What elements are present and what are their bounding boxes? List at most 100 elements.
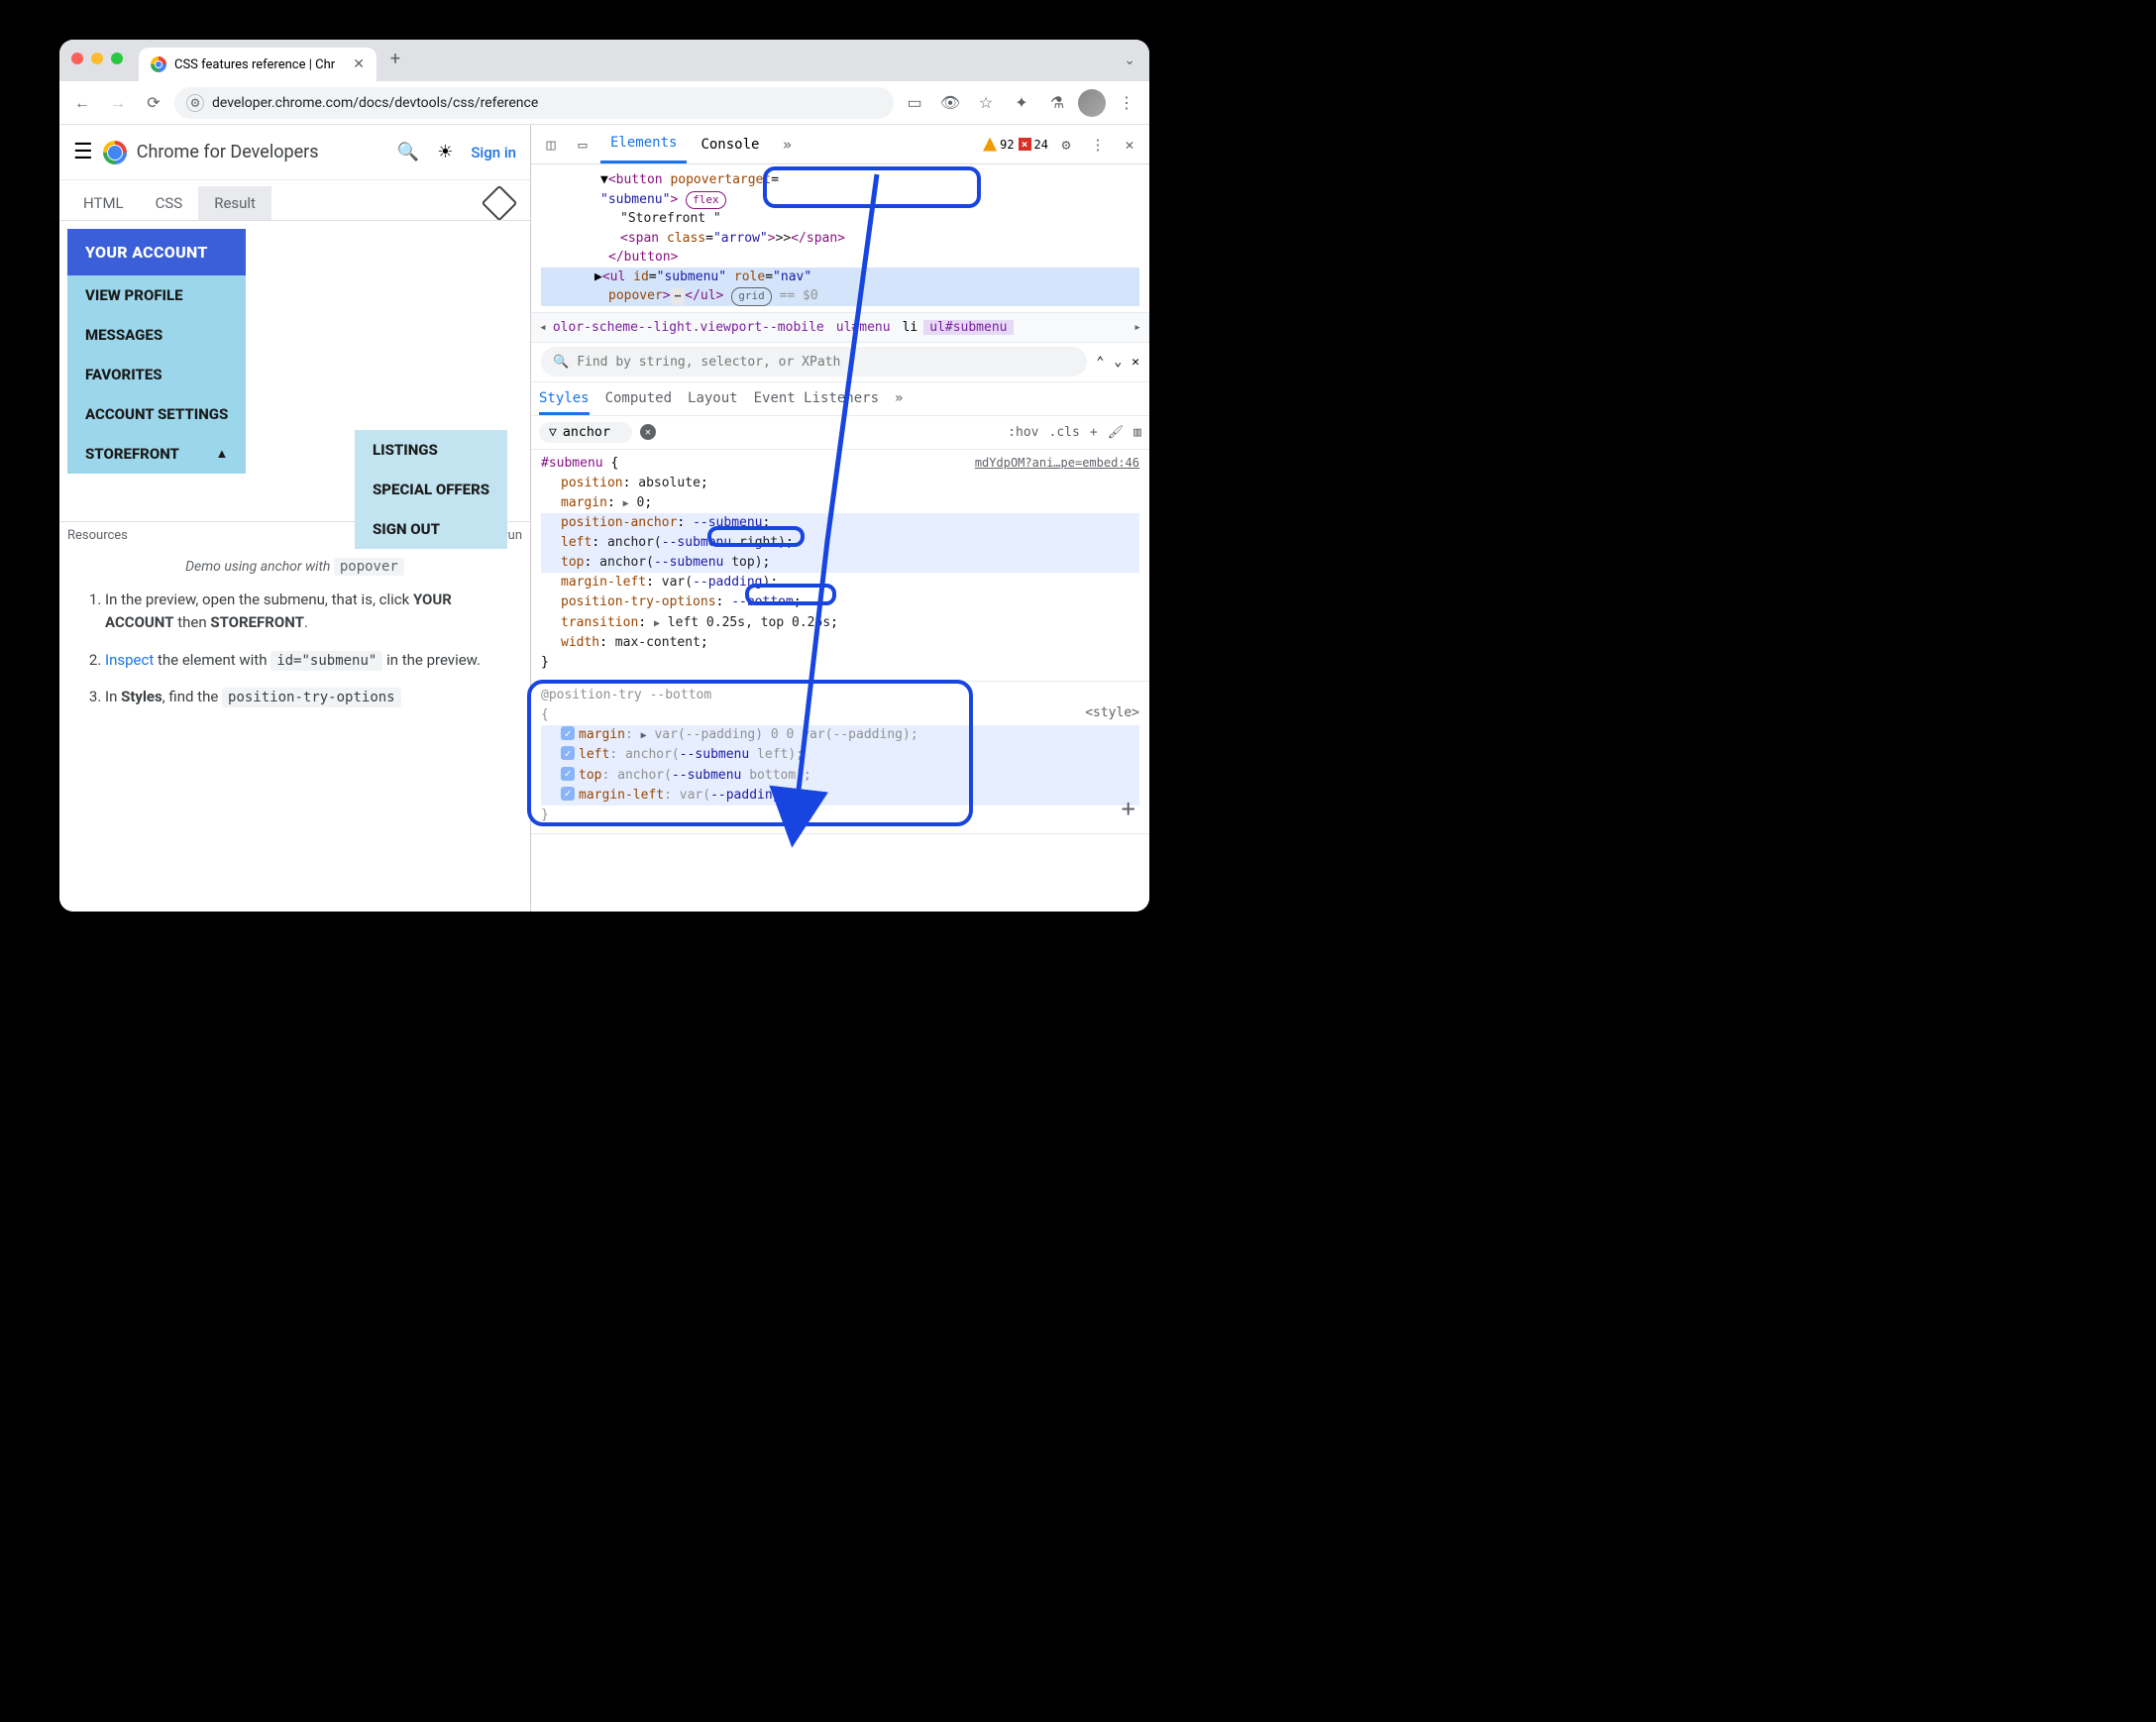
checkbox-icon[interactable] xyxy=(561,767,575,781)
find-next-icon[interactable]: ⌄ xyxy=(1114,355,1122,370)
tab-listeners[interactable]: Event Listeners xyxy=(754,390,879,406)
new-style-icon[interactable]: + xyxy=(1090,425,1098,440)
reader-mode-icon[interactable]: 👁 xyxy=(935,88,965,118)
menu-item-settings[interactable]: ACCOUNT SETTINGS xyxy=(67,394,246,434)
source-link[interactable]: mdYdpOM?ani…pe=embed:46 xyxy=(975,454,1139,473)
elements-side-tabs: Styles Computed Layout Event Listeners » xyxy=(531,382,1149,416)
forward-button[interactable]: → xyxy=(103,88,133,118)
cls-toggle[interactable]: .cls xyxy=(1049,425,1080,440)
tab-result[interactable]: Result xyxy=(198,186,271,220)
address-bar[interactable]: ⚙ developer.chrome.com/docs/devtools/css… xyxy=(174,87,894,119)
more-options-icon[interactable]: ⋮ xyxy=(1084,131,1112,159)
flex-badge[interactable]: flex xyxy=(686,191,726,210)
errors-badge[interactable]: 24 xyxy=(1019,138,1048,152)
browser-toolbar: ← → ⟳ ⚙ developer.chrome.com/docs/devtoo… xyxy=(59,81,1149,125)
search-icon[interactable]: 🔍 xyxy=(397,142,419,162)
browser-tab[interactable]: CSS features reference | Chr ✕ xyxy=(139,48,377,81)
bookmark-icon[interactable]: ☆ xyxy=(971,88,1001,118)
content-area: ☰ Chrome for Developers 🔍 ☀ Sign in HTML… xyxy=(59,125,1149,912)
resources-link[interactable]: Resources xyxy=(67,528,128,543)
grid-badge[interactable]: grid xyxy=(731,287,772,306)
dom-breadcrumb[interactable]: ◂ olor-scheme--light.viewport--mobile ul… xyxy=(531,313,1149,343)
close-tab-icon[interactable]: ✕ xyxy=(353,56,365,72)
extensions-icon[interactable]: ✦ xyxy=(1007,88,1036,118)
tab-css[interactable]: CSS xyxy=(140,186,199,220)
tab-console[interactable]: Console xyxy=(691,125,769,163)
tab-computed[interactable]: Computed xyxy=(605,390,672,406)
instruction-steps: In the preview, open the submenu, that i… xyxy=(59,589,530,709)
find-bar: 🔍 Find by string, selector, or XPath ⌃ ⌄… xyxy=(531,343,1149,382)
filter-icon: ▽ xyxy=(549,425,557,440)
more-tabs-icon[interactable]: » xyxy=(773,131,801,159)
inspect-element-icon[interactable]: ◫ xyxy=(537,131,565,159)
checkbox-icon[interactable] xyxy=(561,726,575,740)
reload-button[interactable]: ⟳ xyxy=(139,88,168,118)
hamburger-menu-icon[interactable]: ☰ xyxy=(73,140,93,164)
menu-item-storefront[interactable]: STOREFRONT▲ xyxy=(67,434,246,474)
css-rule-submenu[interactable]: mdYdpOM?ani…pe=embed:46 #submenu { posit… xyxy=(531,450,1149,683)
device-toolbar-icon[interactable]: ▭ xyxy=(569,131,596,159)
css-rule-position-try[interactable]: <style> @position-try --bottom { margin:… xyxy=(531,682,1149,834)
ellipsis-icon: ⋯ xyxy=(671,288,686,305)
new-tab-button[interactable]: + xyxy=(380,44,410,73)
dom-tree[interactable]: ▼<button popovertarget= "submenu"> flex … xyxy=(531,164,1149,313)
submenu-item-offers[interactable]: SPECIAL OFFERS xyxy=(355,470,507,509)
menu-icon[interactable]: ⋮ xyxy=(1112,88,1141,118)
find-prev-icon[interactable]: ⌃ xyxy=(1097,355,1105,370)
breadcrumb-next-icon: ▸ xyxy=(1133,320,1141,335)
sign-in-link[interactable]: Sign in xyxy=(471,144,516,161)
site-settings-icon[interactable]: ⚙ xyxy=(186,94,204,112)
back-button[interactable]: ← xyxy=(67,88,97,118)
warnings-badge[interactable]: 92 xyxy=(983,138,1014,152)
warning-icon xyxy=(983,138,997,152)
storefront-submenu: LISTINGS SPECIAL OFFERS SIGN OUT xyxy=(355,430,507,549)
close-find-icon[interactable]: ✕ xyxy=(1132,355,1139,370)
tab-styles[interactable]: Styles xyxy=(539,390,590,415)
more-side-tabs-icon[interactable]: » xyxy=(895,390,903,406)
brush-icon[interactable]: 🖌 xyxy=(1108,425,1125,440)
inline-style-link[interactable]: <style> xyxy=(1085,703,1139,723)
minimize-window-button[interactable] xyxy=(91,53,103,64)
menu-item-profile[interactable]: VIEW PROFILE xyxy=(67,275,246,315)
search-icon: 🔍 xyxy=(553,355,569,370)
step-3: In Styles, find the position-try-options xyxy=(105,686,502,709)
inspect-link[interactable]: Inspect xyxy=(105,651,154,669)
your-account-button[interactable]: YOUR ACCOUNT xyxy=(67,229,246,275)
close-window-button[interactable] xyxy=(71,53,83,64)
codepen-logo-icon[interactable] xyxy=(482,185,518,222)
profile-avatar[interactable] xyxy=(1078,89,1106,117)
window-controls xyxy=(71,53,123,64)
clear-filter-icon[interactable]: ✕ xyxy=(640,424,656,440)
computed-sidebar-icon[interactable]: ▥ xyxy=(1133,425,1141,440)
checkbox-icon[interactable] xyxy=(561,787,575,801)
arrow-icon: ▲ xyxy=(215,446,228,462)
menu-item-favorites[interactable]: FAVORITES xyxy=(67,355,246,394)
step-2: Inspect the element with id="submenu" in… xyxy=(105,649,502,673)
settings-gear-icon[interactable]: ⚙ xyxy=(1052,131,1080,159)
tabs-dropdown-icon[interactable]: ⌄ xyxy=(1124,53,1135,68)
error-icon xyxy=(1019,138,1031,151)
maximize-window-button[interactable] xyxy=(111,53,123,64)
url-text: developer.chrome.com/docs/devtools/css/r… xyxy=(212,95,538,111)
filter-input[interactable] xyxy=(563,425,622,440)
tab-layout[interactable]: Layout xyxy=(688,390,738,406)
site-header: ☰ Chrome for Developers 🔍 ☀ Sign in xyxy=(59,125,530,180)
devtools-panel: ◫ ▭ Elements Console » 92 24 ⚙ ⋮ ✕ ▼<but… xyxy=(530,125,1149,912)
find-input[interactable]: 🔍 Find by string, selector, or XPath xyxy=(541,347,1087,377)
tab-html[interactable]: HTML xyxy=(67,186,140,220)
close-devtools-icon[interactable]: ✕ xyxy=(1116,131,1143,159)
filter-chip[interactable]: ▽ xyxy=(539,422,632,443)
hov-toggle[interactable]: :hov xyxy=(1008,425,1038,440)
cast-icon[interactable]: ▭ xyxy=(900,88,929,118)
breadcrumb-prev-icon: ◂ xyxy=(539,320,547,335)
tab-elements[interactable]: Elements xyxy=(600,125,687,163)
submenu-item-signout[interactable]: SIGN OUT xyxy=(355,509,507,549)
menu-item-messages[interactable]: MESSAGES xyxy=(67,315,246,355)
checkbox-icon[interactable] xyxy=(561,746,575,760)
account-menu: VIEW PROFILE MESSAGES FAVORITES ACCOUNT … xyxy=(67,275,246,474)
chrome-logo-icon xyxy=(103,141,127,164)
theme-toggle-icon[interactable]: ☀ xyxy=(437,142,453,162)
submenu-item-listings[interactable]: LISTINGS xyxy=(355,430,507,470)
add-rule-icon[interactable]: + xyxy=(1122,791,1135,827)
labs-icon[interactable]: ⚗ xyxy=(1042,88,1072,118)
